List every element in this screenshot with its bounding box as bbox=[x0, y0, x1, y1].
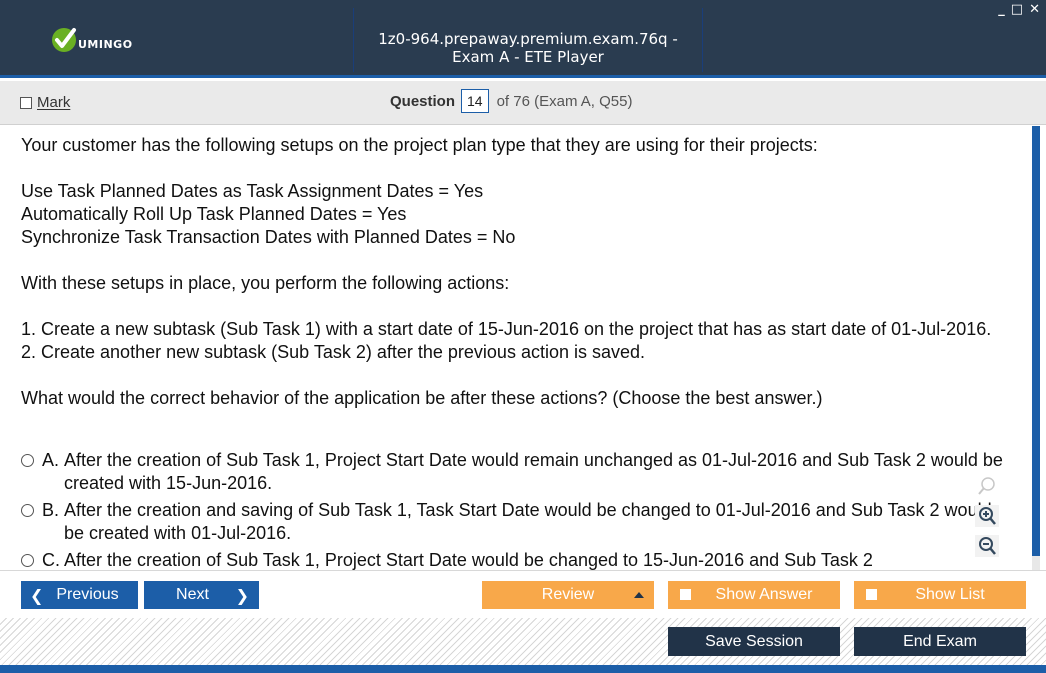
answer-text: After the creation and saving of Sub Tas… bbox=[64, 500, 992, 543]
chevron-right-icon: ❯ bbox=[235, 585, 249, 605]
question-content: Your customer has the following setups o… bbox=[6, 126, 1032, 570]
answer-text: After the creation of Sub Task 1, Projec… bbox=[64, 550, 873, 570]
window-title: 1z0-964.prepaway.premium.exam.76q - Exam… bbox=[378, 30, 678, 66]
save-session-label: Save Session bbox=[705, 632, 803, 650]
answer-option-b[interactable]: B. After the creation and saving of Sub … bbox=[21, 499, 1011, 545]
show-list-label: Show List bbox=[915, 586, 985, 603]
review-button[interactable]: Review bbox=[482, 581, 654, 609]
end-exam-label: End Exam bbox=[903, 632, 977, 650]
checkmark-logo-icon bbox=[52, 28, 76, 52]
footer-bar: Save Session End Exam bbox=[0, 618, 1046, 668]
save-session-button[interactable]: Save Session bbox=[668, 627, 840, 656]
end-exam-button[interactable]: End Exam bbox=[854, 627, 1026, 656]
question-intro: Your customer has the following setups o… bbox=[21, 135, 818, 155]
actions-intro: With these setups in place, you perform … bbox=[21, 273, 510, 293]
question-label: Question bbox=[390, 92, 456, 110]
answer-option-a[interactable]: A. After the creation of Sub Task 1, Pro… bbox=[21, 449, 1011, 495]
setup-line: Use Task Planned Dates as Task Assignmen… bbox=[21, 181, 484, 201]
show-list-button[interactable]: Show List bbox=[854, 581, 1026, 609]
radio-button[interactable] bbox=[21, 454, 34, 467]
zoom-in-icon[interactable] bbox=[975, 505, 999, 527]
radio-button[interactable] bbox=[21, 554, 34, 567]
answer-letter: C. bbox=[42, 550, 60, 570]
title-separator-right bbox=[702, 8, 703, 72]
question-text: Your customer has the following setups o… bbox=[21, 134, 1011, 410]
action-line: 2. Create another new subtask (Sub Task … bbox=[21, 342, 646, 362]
answer-list: A. After the creation of Sub Task 1, Pro… bbox=[21, 449, 1011, 570]
zoom-reset-icon[interactable] bbox=[975, 475, 999, 497]
scrollbar-thumb[interactable] bbox=[1032, 126, 1040, 556]
action-line: 1. Create a new subtask (Sub Task 1) wit… bbox=[21, 319, 992, 339]
close-icon[interactable]: ✕ bbox=[1029, 3, 1040, 16]
question-info: Question 14 of 76 (Exam A, Q55) bbox=[390, 89, 633, 113]
review-label: Review bbox=[541, 586, 595, 603]
vertical-scrollbar[interactable] bbox=[1032, 126, 1040, 570]
maximize-icon[interactable]: □ bbox=[1011, 3, 1023, 16]
checkbox-icon bbox=[866, 589, 877, 600]
logo-text: UMINGO bbox=[78, 37, 133, 51]
show-answer-button[interactable]: Show Answer bbox=[668, 581, 840, 609]
answer-letter: B. bbox=[42, 500, 60, 520]
app-logo: UMINGO bbox=[50, 26, 133, 54]
radio-button[interactable] bbox=[21, 504, 34, 517]
checkbox-icon[interactable] bbox=[20, 96, 32, 109]
minimize-icon[interactable]: _ bbox=[998, 3, 1005, 16]
window-controls: _ □ ✕ bbox=[998, 3, 1040, 16]
question-total: of 76 (Exam A, Q55) bbox=[496, 92, 633, 110]
answer-text: After the creation of Sub Task 1, Projec… bbox=[64, 450, 1003, 493]
mark-label: Mark bbox=[37, 94, 71, 111]
navigation-bar: ❮ Previous Next ❯ Review Show Answer Sho… bbox=[0, 570, 1046, 618]
question-number-input[interactable]: 14 bbox=[461, 89, 489, 113]
show-answer-label: Show Answer bbox=[715, 586, 813, 603]
next-label: Next bbox=[176, 586, 209, 603]
zoom-controls bbox=[975, 475, 999, 557]
next-button[interactable]: Next ❯ bbox=[144, 581, 259, 609]
answer-letter: A. bbox=[42, 450, 60, 470]
zoom-out-icon[interactable] bbox=[975, 535, 999, 557]
title-separator-left bbox=[353, 8, 354, 72]
mark-checkbox[interactable]: Mark bbox=[20, 94, 70, 111]
caret-up-icon bbox=[634, 592, 644, 598]
chevron-left-icon: ❮ bbox=[30, 585, 44, 605]
question-header: Mark Question 14 of 76 (Exam A, Q55) bbox=[0, 81, 1046, 125]
title-bar: UMINGO 1z0-964.prepaway.premium.exam.76q… bbox=[0, 0, 1046, 78]
answer-option-c[interactable]: C. After the creation of Sub Task 1, Pro… bbox=[21, 549, 1011, 570]
bottom-border bbox=[0, 665, 1046, 673]
setup-line: Automatically Roll Up Task Planned Dates… bbox=[21, 204, 407, 224]
question-prompt: What would the correct behavior of the a… bbox=[21, 388, 823, 408]
checkbox-icon bbox=[680, 589, 691, 600]
previous-button[interactable]: ❮ Previous bbox=[21, 581, 138, 609]
setup-line: Synchronize Task Transaction Dates with … bbox=[21, 227, 516, 247]
previous-label: Previous bbox=[56, 586, 119, 603]
